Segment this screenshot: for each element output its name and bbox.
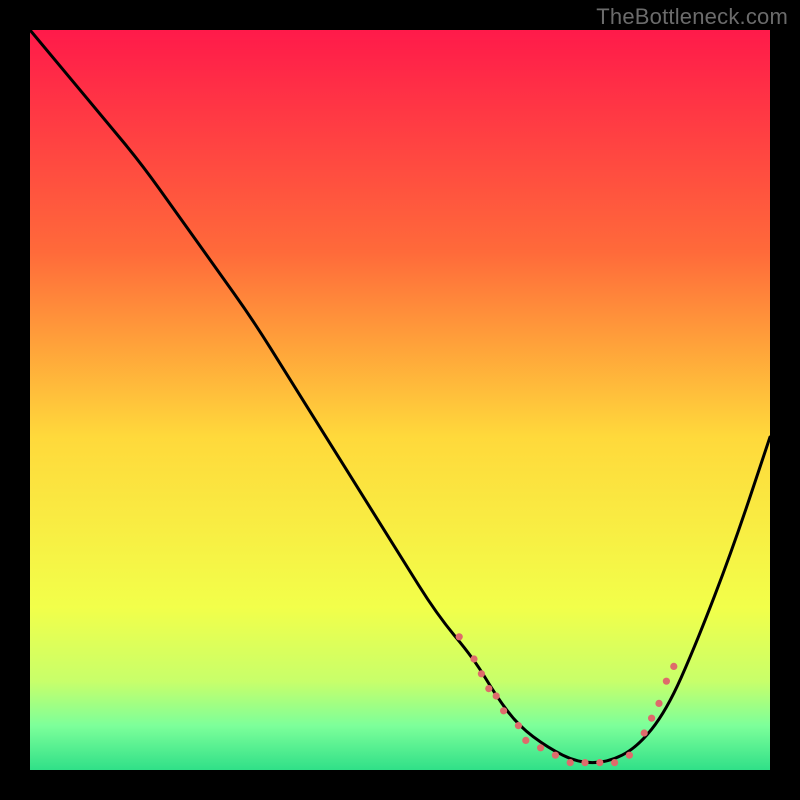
data-point xyxy=(567,759,574,766)
data-point xyxy=(552,752,559,759)
data-point xyxy=(478,670,485,677)
data-point xyxy=(493,692,500,699)
data-point xyxy=(596,759,603,766)
data-point xyxy=(611,759,618,766)
chart-frame: TheBottleneck.com xyxy=(0,0,800,800)
data-point xyxy=(515,722,522,729)
data-point xyxy=(470,655,477,662)
data-point xyxy=(663,678,670,685)
chart-canvas xyxy=(0,0,800,800)
data-point xyxy=(655,700,662,707)
data-point xyxy=(537,744,544,751)
data-point xyxy=(456,633,463,640)
data-point xyxy=(670,663,677,670)
data-point xyxy=(522,737,529,744)
data-point xyxy=(500,707,507,714)
watermark-text: TheBottleneck.com xyxy=(596,4,788,30)
data-point xyxy=(626,752,633,759)
data-point xyxy=(581,759,588,766)
gradient-plot-area xyxy=(30,30,770,770)
data-point xyxy=(641,729,648,736)
data-point xyxy=(485,685,492,692)
data-point xyxy=(648,715,655,722)
